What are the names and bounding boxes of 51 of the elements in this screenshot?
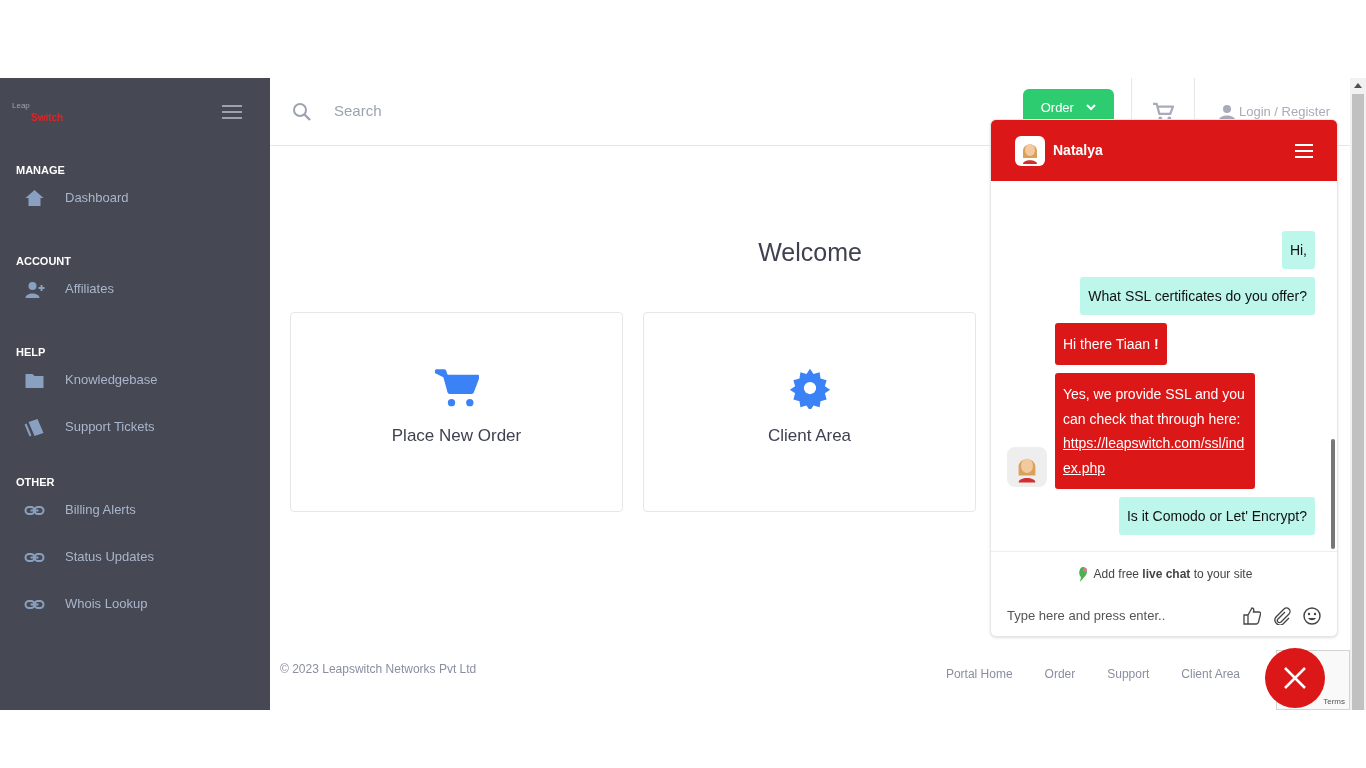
promo-text: Add free live chat to your site [1093,566,1253,583]
chat-link[interactable]: https://leapswitch.com/ssl/index.php [1063,431,1247,480]
cart-icon [434,366,479,409]
paperclip-icon[interactable] [1273,607,1291,625]
cart-icon[interactable] [1151,101,1174,122]
chat-message: Yes, we provide SSL and you can check that through here: https://leapswitch.com/ssl/index.php [1055,373,1255,489]
sidebar-item[interactable]: Status Updates [0,538,162,576]
login-link[interactable]: Login / Register [1218,101,1330,122]
recaptcha-text: Terms [1323,696,1345,708]
chevron-down-icon [1085,104,1096,111]
sidebar-item[interactable]: Billing Alerts [0,491,144,529]
chat-message: Hi there Tiaan ! [1055,322,1167,365]
action-card[interactable]: Place New Order [290,311,623,512]
home-icon [24,188,45,208]
action-card[interactable]: Client Area [643,311,976,512]
section-heading: ACCOUNT [15,254,72,269]
footer-link[interactable]: Support [1107,665,1150,683]
scroll-up-icon[interactable] [1354,82,1362,88]
welcome-heading: Welcome [758,237,862,268]
sidebar-item[interactable]: Support Tickets [0,408,163,446]
sidebar-item[interactable]: Whois Lookup [0,585,156,623]
menu-icon[interactable] [222,105,242,119]
logo[interactable]: Leap Switch [12,100,64,124]
thumbs-up-icon[interactable] [1243,607,1261,625]
sidebar-item[interactable]: Affiliates [0,270,122,308]
sidebar-item[interactable]: Knowledgebase [0,361,166,399]
search-icon [292,101,312,122]
footer-link[interactable]: Order [1044,665,1076,683]
agent-name: Natalya [1053,141,1103,160]
logo-text: Leap [12,100,30,112]
search-field[interactable]: Search [334,100,634,123]
copyright-text: © 2023 Leapswitch Networks Pvt Ltd [280,661,477,678]
user-icon [1218,103,1235,120]
ticket-icon [24,417,45,437]
scrollbar[interactable] [1350,78,1366,710]
logo-text: Switch [31,111,64,125]
chat-message: What SSL certificates do you offer? [1080,276,1315,315]
message-field[interactable]: Type here and press enter.. [1007,606,1231,626]
chat-message: Hi, [1281,230,1315,269]
close-icon [1284,667,1306,689]
user-plus-icon [24,279,45,299]
section-heading: MANAGE [15,163,66,178]
agent-avatar [1015,135,1045,166]
footer-link[interactable]: Portal Home [945,665,1013,683]
section-heading: OTHER [15,475,56,490]
emoji-icon[interactable] [1303,607,1321,625]
close-chat-button[interactable] [1265,648,1325,708]
sidebar-item[interactable]: Dashboard [0,179,137,217]
footer-link[interactable]: Client Area [1181,665,1240,683]
section-heading: HELP [15,345,47,360]
chat-message: Is it Comodo or Let' Encrypt? [1118,497,1315,535]
